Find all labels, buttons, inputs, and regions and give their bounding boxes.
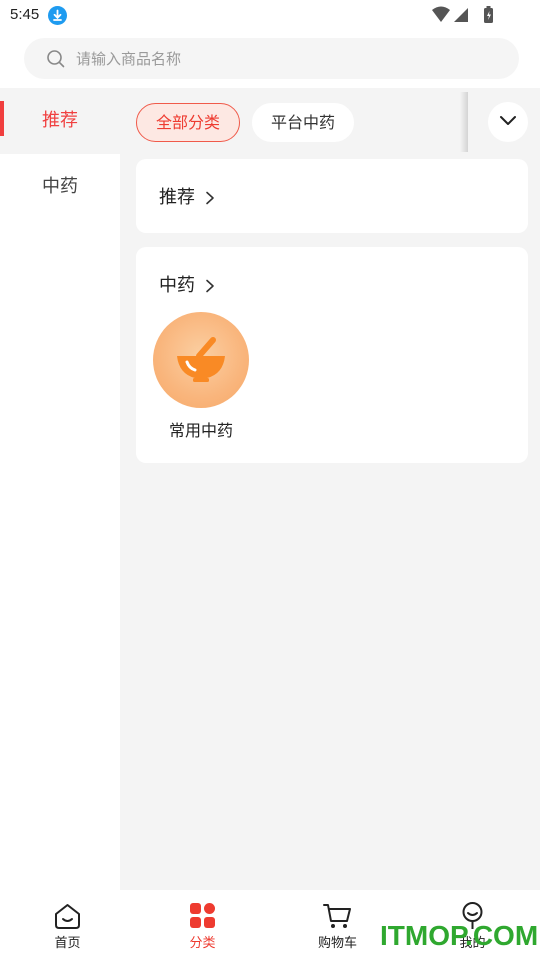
section-card-chinese-medicine: 中药 常用中药 [136, 247, 528, 463]
category-item-image [153, 312, 249, 408]
wifi-icon [432, 6, 450, 22]
status-bar: 5:45 [0, 0, 540, 30]
chevron-right-icon [206, 191, 214, 205]
battery-icon [484, 6, 493, 23]
section-header-chinese-medicine[interactable]: 中药 [159, 271, 215, 297]
chevron-down-icon [500, 116, 516, 125]
chip-platform-medicine[interactable]: 平台中药 [252, 103, 354, 142]
tab-label: 分类 [189, 936, 216, 951]
category-grid-icon [190, 903, 215, 928]
tab-home[interactable]: 首页 [0, 890, 135, 960]
category-item-label: 常用中药 [168, 421, 233, 440]
search-box[interactable] [24, 38, 519, 79]
sidebar-item-label: 推荐 [42, 110, 78, 131]
section-title: 推荐 [159, 187, 195, 208]
section-card-recommend: 推荐 [136, 159, 528, 233]
sidebar-item-recommend[interactable]: 推荐 [0, 88, 120, 154]
status-time: 5:45 [10, 6, 40, 23]
search-area [0, 30, 540, 88]
chip-all-categories[interactable]: 全部分类 [136, 103, 240, 142]
category-item-common-medicine[interactable]: 常用中药 [153, 312, 249, 441]
search-input[interactable] [76, 38, 496, 79]
chevron-right-icon [206, 279, 214, 293]
cart-icon [323, 904, 351, 928]
tab-category[interactable]: 分类 [135, 890, 270, 960]
section-title: 中药 [159, 275, 195, 296]
section-header-recommend[interactable]: 推荐 [159, 183, 215, 209]
watermark: ITMOP.COM [380, 920, 539, 951]
sidebar-item-label: 中药 [42, 176, 78, 197]
chip-scroll-fade [460, 92, 468, 152]
status-icons [432, 6, 506, 24]
expand-categories-button[interactable] [488, 102, 528, 142]
home-icon [55, 904, 80, 929]
signal-icon [454, 8, 468, 22]
mortar-bowl-icon [177, 337, 225, 382]
sidebar-item-chinese-medicine[interactable]: 中药 [0, 154, 120, 220]
download-icon [48, 6, 67, 25]
tab-label: 首页 [54, 936, 81, 951]
sidebar-active-indicator [0, 101, 4, 136]
search-icon [47, 50, 65, 68]
category-sidebar: 推荐 中药 [0, 88, 120, 890]
